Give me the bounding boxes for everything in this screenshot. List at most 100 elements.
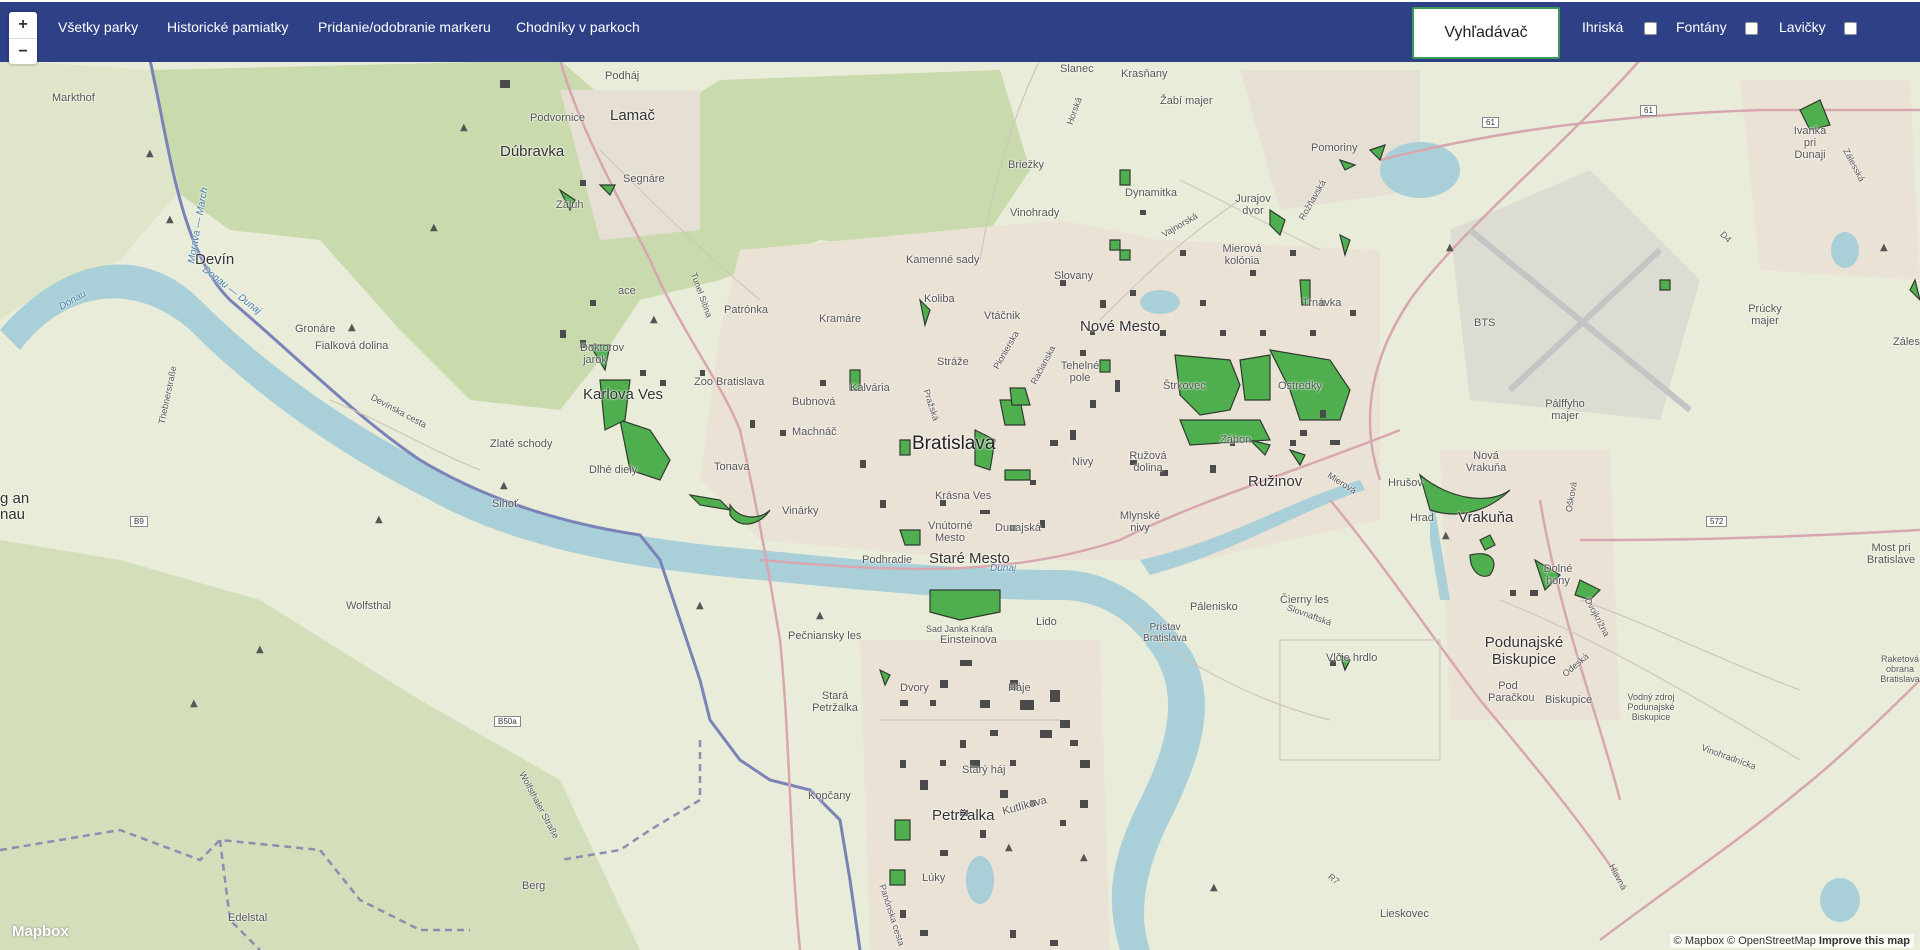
label-kamenne-sady: Kamenné sady [906, 254, 980, 266]
label-palenisko: Pálenisko [1190, 601, 1238, 613]
label-river-dunaj: Dunaj [990, 563, 1017, 574]
label-briezky: Briežky [1008, 159, 1045, 171]
label-nove-mesto: Nové Mesto [1080, 318, 1161, 335]
attribution-mapbox[interactable]: © Mapbox [1674, 935, 1724, 947]
nav-link-vsetky-parky[interactable]: Všetky parky [58, 19, 138, 35]
label-machnac: Machnáč [792, 426, 837, 438]
mapbox-logo[interactable]: Mapbox [12, 923, 69, 940]
zoom-control: + − [9, 12, 37, 64]
svg-text:▲: ▲ [500, 480, 508, 491]
svg-text:▲: ▲ [1080, 852, 1088, 863]
map-attribution: © Mapbox © OpenStreetMap Improve this ma… [1669, 934, 1914, 948]
attribution-osm[interactable]: © OpenStreetMap [1727, 935, 1816, 947]
label-trnavka: Trnávka [1302, 297, 1342, 309]
label-ruzova-dolina: Ružová dolina [1129, 450, 1167, 474]
road-shield-572: 572 [1706, 516, 1728, 527]
label-vinohrady: Vinohrady [1010, 207, 1060, 219]
toggle-lavicky: Lavičky [1779, 19, 1826, 35]
attribution-improve-link[interactable]: Improve this map [1819, 935, 1910, 947]
label-ivanka: Ivanka pri Dunaji [1793, 125, 1827, 161]
top-navbar: Všetky parky Historické pamiatky Pridani… [0, 0, 1920, 62]
label-kramare: Kramáre [819, 313, 862, 325]
label-jurajov-dvor: Jurajov dvor [1235, 193, 1271, 217]
checkbox-lavicky[interactable] [1844, 22, 1857, 35]
label-tonava: Tonava [714, 461, 750, 473]
checkbox-fontany[interactable] [1745, 22, 1758, 35]
svg-text:▲: ▲ [650, 314, 658, 325]
label-lamac: Lamač [610, 107, 656, 124]
label-sihot: Sihoť [492, 498, 519, 510]
label-segnare: Segnáre [623, 173, 665, 185]
label-prucky-majer: Prúcky majer [1748, 303, 1782, 327]
label-zaluh: Záluh [556, 199, 584, 211]
label-most: Most pri Bratislave [1866, 542, 1916, 566]
label-vrakuna: Vrakuňa [1458, 509, 1514, 526]
label-koliba: Koliba [924, 293, 955, 305]
search-button-label: Vyhľadávač [1444, 24, 1528, 41]
svg-text:▲: ▲ [1210, 882, 1218, 893]
label-zahon: Záhon [1220, 434, 1252, 446]
label-bratislava: Bratislava [912, 433, 996, 454]
nav-link-chodniky[interactable]: Chodníky v parkoch [516, 19, 640, 35]
label-mlynske-nivy: Mlynské nivy [1119, 510, 1161, 534]
label-wolfsthal: Wolfsthal [346, 600, 392, 612]
zoom-out-button[interactable]: − [9, 39, 37, 65]
label-slovany: Slovany [1054, 270, 1094, 282]
label-hrad: Hrad [1410, 512, 1434, 524]
label-bts: BTS [1474, 317, 1496, 329]
label-zales: Záles [1893, 336, 1920, 348]
label-vtacnik: Vtáčnik [984, 310, 1021, 322]
label-krasnany: Krasňany [1121, 68, 1168, 80]
label-pecniansky-les: Pečniansky les [788, 630, 862, 642]
label-raketova: Raketová obrana Bratislava [1880, 654, 1920, 684]
svg-text:▲: ▲ [696, 600, 704, 611]
label-tehelne-pole: Tehelné pole [1060, 360, 1100, 384]
svg-text:▲: ▲ [1446, 242, 1454, 253]
road-shield-61b: 61 [1640, 105, 1657, 116]
label-pomoriny: Pomoriny [1311, 142, 1358, 154]
label-ostredky: Ostredky [1278, 380, 1323, 392]
label-haje: Háje [1008, 682, 1031, 694]
label-zlate-schody: Zlaté schody [490, 438, 553, 450]
label-stara-petrzalka: Stará Petržalka [812, 690, 858, 714]
map-canvas[interactable]: ▲ ▲ ▲ ▲ ▲ ▲ ▲ ▲ ▲ ▲ ▲ ▲ ▲ ▲ ▲ ▲ ▲ ▲ Markthof Dúbravk… [0, 0, 1920, 950]
label-podhradie: Podhradie [862, 554, 913, 566]
toggle-lavicky-label: Lavičky [1779, 19, 1826, 35]
label-markthof: Markthof [52, 92, 95, 104]
label-kopcany: Kopčany [808, 790, 851, 802]
svg-text:▲: ▲ [460, 122, 468, 133]
label-nova-vrakuna: Nová Vrakuňa [1465, 450, 1507, 474]
road-shield-b9: B9 [130, 516, 148, 527]
svg-text:▲: ▲ [1442, 530, 1450, 541]
label-ruzinov: Ružinov [1248, 473, 1303, 490]
label-patronka: Patrónka [724, 304, 769, 316]
svg-text:▲: ▲ [166, 214, 174, 225]
road-shield-61a: 61 [1482, 117, 1499, 128]
nav-link-pridanie-markeru[interactable]: Pridanie/odobranie markeru [318, 19, 491, 35]
label-fialkova: Fialková dolina [315, 340, 389, 352]
svg-text:▲: ▲ [816, 610, 824, 621]
search-button[interactable]: Vyhľadávač [1412, 7, 1560, 59]
label-podvornice: Podvornice [530, 112, 586, 124]
label-bubnova: Bubnová [792, 396, 836, 408]
label-zabi-majer: Žabí majer [1160, 95, 1213, 107]
label-kalvaria: Kalvária [850, 382, 890, 394]
label-karlova-ves: Karlova Ves [583, 386, 664, 403]
label-podhaj: Podháj [605, 70, 640, 82]
checkbox-ihriska[interactable] [1644, 22, 1657, 35]
label-edelstal: Edelstal [228, 912, 268, 924]
label-petrzalka: Petržalka [932, 807, 995, 824]
label-mierova-kolonia: Mierová kolónia [1222, 243, 1262, 267]
nav-link-historicke-pamiatky[interactable]: Historické pamiatky [167, 19, 288, 35]
label-vodny-zdroj: Vodný zdroj Podunajské Biskupice [1627, 692, 1675, 722]
zoom-in-button[interactable]: + [9, 12, 37, 39]
label-nivy: Nivy [1072, 456, 1094, 468]
label-dlhe-diely: Dlhé diely [589, 464, 638, 476]
svg-text:▲: ▲ [348, 322, 356, 333]
label-straze: Stráže [937, 356, 969, 368]
label-lieskovec: Lieskovec [1380, 908, 1429, 920]
label-dvory: Dvory [900, 682, 929, 694]
label-stary-haj: Starý háj [962, 764, 1006, 776]
label-strkovec: Štrkovec [1163, 380, 1206, 392]
label-dubravka: Dúbravka [500, 143, 565, 160]
